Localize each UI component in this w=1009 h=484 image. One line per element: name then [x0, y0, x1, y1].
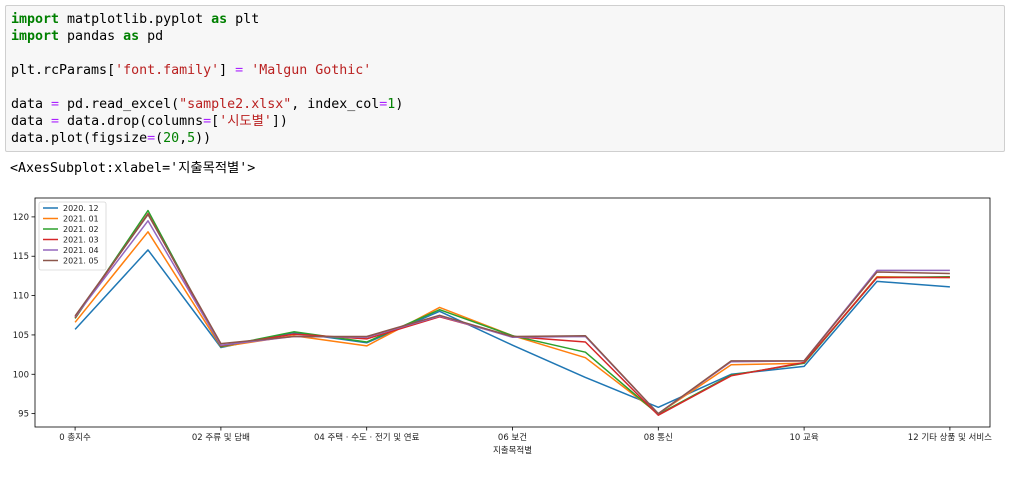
code-token: ]): [271, 114, 288, 129]
code-token: import: [11, 29, 60, 44]
code-line: data = pd.read_excel("sample2.xlsx", ind…: [11, 96, 403, 113]
code-token: ,: [179, 131, 188, 146]
legend-label: 2021. 02: [63, 225, 99, 234]
code-token: =: [235, 63, 244, 78]
code-token: , index_col: [291, 97, 380, 112]
cell-output-text: <AxesSubplot:xlabel='지출목적별'>: [10, 161, 256, 176]
legend-label: 2021. 05: [63, 257, 99, 266]
code-token: )): [195, 131, 212, 146]
x-axis: 0 총지수 02 주류 및 담배 04 주택 · 수도 · 전기 및 연료 06 보건…: [59, 427, 992, 443]
y-tick-label: 110: [13, 292, 29, 302]
code-token: '시도별': [219, 114, 272, 129]
code-token: 20: [163, 131, 180, 146]
code-token: ]: [219, 63, 236, 78]
code-token: pd.read_excel(: [59, 97, 180, 112]
code-token: =: [203, 114, 212, 129]
x-axis-label: 지출목적별: [493, 445, 532, 456]
y-tick-label: 120: [13, 213, 29, 223]
y-tick-label: 95: [18, 410, 29, 420]
code-token: 5: [187, 131, 196, 146]
code-token: =: [51, 114, 60, 129]
code-token: [: [211, 114, 220, 129]
code-token: matplotlib.pyplot: [59, 12, 212, 27]
code-token: data: [11, 114, 52, 129]
x-tick-label: 08 통신: [644, 433, 673, 443]
x-tick-label: 04 주택 · 수도 · 전기 및 연료: [314, 432, 420, 443]
y-tick-label: 115: [13, 252, 29, 262]
x-tick-label: 0 총지수: [59, 433, 91, 443]
code-token: ): [395, 97, 404, 112]
code-token: pandas: [59, 29, 124, 44]
code-token: import: [11, 12, 60, 27]
code-line: plt.rcParams['font.family'] = 'Malgun Go…: [11, 62, 371, 79]
code-token: data: [11, 97, 52, 112]
code-token: data.plot(figsize: [11, 131, 148, 146]
code-cell[interactable]: import matplotlib.pyplot as plt import pa…: [5, 5, 1005, 152]
legend: 2020. 12 2021. 012021. 02 2021. 032021. 04…: [38, 201, 107, 271]
code-line: import matplotlib.pyplot as plt: [11, 11, 259, 28]
y-axis: 95 100 105 110 115 120: [13, 213, 35, 420]
code-token: as: [211, 12, 228, 27]
code-token: =: [147, 131, 156, 146]
code-token: plt.rcParams[: [11, 63, 116, 78]
code-token: =: [51, 97, 60, 112]
legend-label: 2021. 04: [63, 246, 99, 255]
x-tick-label: 12 기타 상품 및 서비스: [908, 432, 992, 443]
x-tick-label: 06 보건: [498, 432, 527, 443]
code-token: plt: [227, 12, 260, 27]
legend-label: 2021. 03: [63, 236, 99, 245]
x-tick-label: 02 주류 및 담배: [192, 432, 250, 443]
x-tick-label: 10 교육: [790, 433, 819, 443]
code-line: data = data.drop(columns=['시도별']): [11, 113, 288, 130]
y-tick-label: 100: [13, 370, 29, 380]
line-chart: 95 100 105 110 115 120 0 총지수 02 주류 및 담배 04 주택 ·…: [13, 197, 992, 456]
code-token: pd: [139, 29, 164, 44]
code-token: data.drop(columns: [59, 114, 204, 129]
legend-label: 2021. 01: [63, 215, 99, 224]
legend-label: 2020. 12: [63, 204, 99, 213]
code-token: 'font.family': [115, 63, 220, 78]
code-token: "sample2.xlsx": [179, 97, 292, 112]
code-token: (: [155, 131, 164, 146]
code-token: as: [123, 29, 140, 44]
code-token: 'Malgun Gothic': [251, 63, 372, 78]
code-line: import pandas as pd: [11, 28, 163, 45]
y-tick-label: 105: [13, 331, 29, 341]
code-line: data.plot(figsize=(20,5)): [11, 130, 211, 147]
